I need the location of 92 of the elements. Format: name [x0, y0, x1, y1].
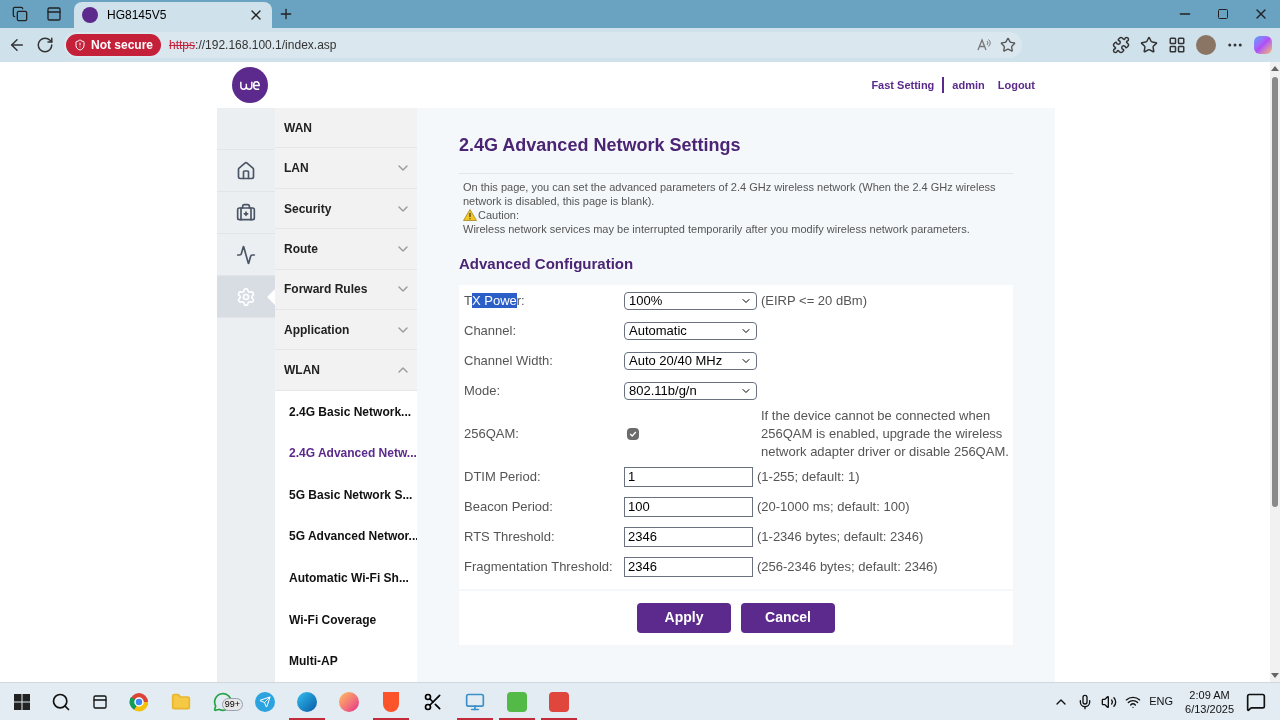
- dropdown[interactable]: Auto 20/40 MHz: [624, 351, 757, 370]
- submenu-item[interactable]: Multi-AP: [275, 640, 417, 682]
- profile-avatar[interactable]: [1196, 35, 1216, 55]
- menu-item[interactable]: Security: [275, 188, 417, 230]
- reload-icon[interactable]: [36, 36, 54, 54]
- submenu-item[interactable]: Wi-Fi Coverage: [275, 598, 417, 641]
- dropdown[interactable]: 802.11b/g/n: [624, 381, 757, 400]
- browser-tab[interactable]: HG8145V5: [74, 2, 272, 28]
- paper-plane-icon[interactable]: [255, 691, 275, 712]
- browser-icon[interactable]: [297, 691, 317, 712]
- input-field[interactable]: 2346: [624, 526, 753, 547]
- dropdown[interactable]: Automatic: [624, 321, 757, 340]
- assistant-icon[interactable]: [1254, 36, 1272, 54]
- favorites-icon[interactable]: [1140, 36, 1158, 54]
- running-indicator: [373, 717, 409, 720]
- field-label: Channel Width:: [464, 352, 553, 368]
- medical-kit-icon[interactable]: [236, 202, 256, 223]
- section-title: Advanced Configuration: [459, 254, 635, 274]
- read-aloud-icon[interactable]: [976, 37, 992, 53]
- browser-icon[interactable]: [129, 691, 149, 712]
- running-indicator: [541, 717, 577, 720]
- app-icon[interactable]: [549, 691, 569, 712]
- menu-item[interactable]: Route: [275, 229, 417, 270]
- field-hint: If the device cannot be connected when 256QAM is enabled, upgrade the wireless network adapter driver or disable 256QAM.: [761, 406, 1010, 461]
- page-title: 2.4G Advanced Network Settings: [459, 132, 1013, 174]
- caution-label: Caution:: [478, 208, 519, 222]
- field-hint: (EIRP <= 20 dBm): [761, 291, 867, 310]
- site-logo-icon: [82, 7, 98, 23]
- action-button[interactable]: Apply: [637, 602, 731, 633]
- security-badge[interactable]: Not secure: [66, 34, 162, 56]
- start-icon[interactable]: [14, 693, 30, 710]
- intro-text: On this page, you can set the advanced parameters of 2.4 GHz wireless network (When the 2.4 GHz wireless network is disabled, this page is blank).: [463, 180, 997, 208]
- field-label: Mode:: [464, 382, 501, 398]
- submenu-item[interactable]: 5G Basic Network S...: [275, 474, 417, 516]
- favorite-icon[interactable]: [1000, 37, 1016, 53]
- running-indicator: [289, 717, 325, 720]
- search-icon[interactable]: [51, 691, 71, 712]
- menu-item[interactable]: Application: [275, 310, 417, 351]
- monitor-icon[interactable]: [465, 691, 485, 712]
- notifications-icon[interactable]: [1246, 691, 1266, 712]
- pulse-icon[interactable]: [236, 244, 256, 265]
- warning-icon: [463, 209, 477, 221]
- menu-item[interactable]: WLAN: [275, 350, 417, 391]
- field-label: 256QAM:: [464, 425, 519, 441]
- field-label: RTS Threshold:: [464, 528, 555, 544]
- running-indicator: [499, 717, 535, 720]
- field-label: DTIM Period:: [464, 468, 541, 484]
- action-button[interactable]: Cancel: [741, 602, 835, 633]
- submenu-item[interactable]: Automatic Wi-Fi Sh...: [275, 557, 417, 599]
- clock[interactable]: 2:09 AM 6/13/2025: [1181, 687, 1238, 716]
- header-link[interactable]: Fast Setting: [871, 76, 935, 94]
- tab-actions-icon[interactable]: [46, 6, 62, 22]
- menu-item[interactable]: Forward Rules: [275, 269, 417, 311]
- new-tab-icon[interactable]: [278, 6, 294, 22]
- task-view-icon[interactable]: [92, 693, 108, 710]
- back-icon[interactable]: [8, 36, 26, 54]
- home-icon[interactable]: [236, 160, 256, 181]
- brand-logo[interactable]: [232, 67, 268, 103]
- address-bar[interactable]: Not secure https://192.168.100.1/index.asp: [64, 32, 1022, 58]
- caution-text: Wireless network services may be interrupted temporarily after you modify wireless network parameters.: [463, 222, 971, 236]
- workspaces-icon[interactable]: [12, 6, 28, 22]
- shield-icon[interactable]: [383, 691, 399, 712]
- field-hint: (1-255; default: 1): [757, 467, 860, 486]
- dropdown[interactable]: 100%: [624, 291, 757, 310]
- field-hint: (20-1000 ms; default: 100): [757, 497, 910, 516]
- running-indicator: [457, 717, 493, 720]
- input-field[interactable]: 2346: [624, 556, 753, 577]
- maximize-icon[interactable]: [1217, 8, 1229, 20]
- extensions-icon[interactable]: [1112, 36, 1130, 54]
- input-field[interactable]: 1: [624, 466, 753, 487]
- url-text: https://192.168.100.1/index.asp: [169, 37, 337, 54]
- header-link[interactable]: admin: [952, 76, 985, 94]
- field-hint: (1-2346 bytes; default: 2346): [757, 527, 924, 546]
- scissors-icon[interactable]: [423, 691, 443, 712]
- field-label: Beacon Period:: [464, 498, 553, 514]
- scrollbar[interactable]: [1270, 62, 1280, 682]
- menu-item[interactable]: LAN: [275, 148, 417, 189]
- submenu-item[interactable]: 2.4G Basic Network...: [275, 390, 417, 433]
- menu-item[interactable]: WAN: [275, 108, 417, 149]
- notification-badge: 99+: [221, 697, 243, 711]
- submenu-item[interactable]: 5G Advanced Networ...: [275, 515, 417, 558]
- submenu-item[interactable]: 2.4G Advanced Netw...: [275, 432, 417, 475]
- volume-icon[interactable]: [1101, 693, 1118, 710]
- header-link[interactable]: Logout: [997, 76, 1035, 94]
- input-field[interactable]: 100: [624, 496, 753, 517]
- checkbox[interactable]: [627, 427, 639, 440]
- language-indicator[interactable]: ENG: [1149, 693, 1174, 710]
- field-hint: (256-2346 bytes; default: 2346): [757, 557, 938, 576]
- collections-icon[interactable]: [1168, 36, 1186, 54]
- field-label: Channel:: [464, 322, 517, 338]
- field-label: Fragmentation Threshold:: [464, 558, 613, 574]
- browser-icon[interactable]: [339, 691, 359, 712]
